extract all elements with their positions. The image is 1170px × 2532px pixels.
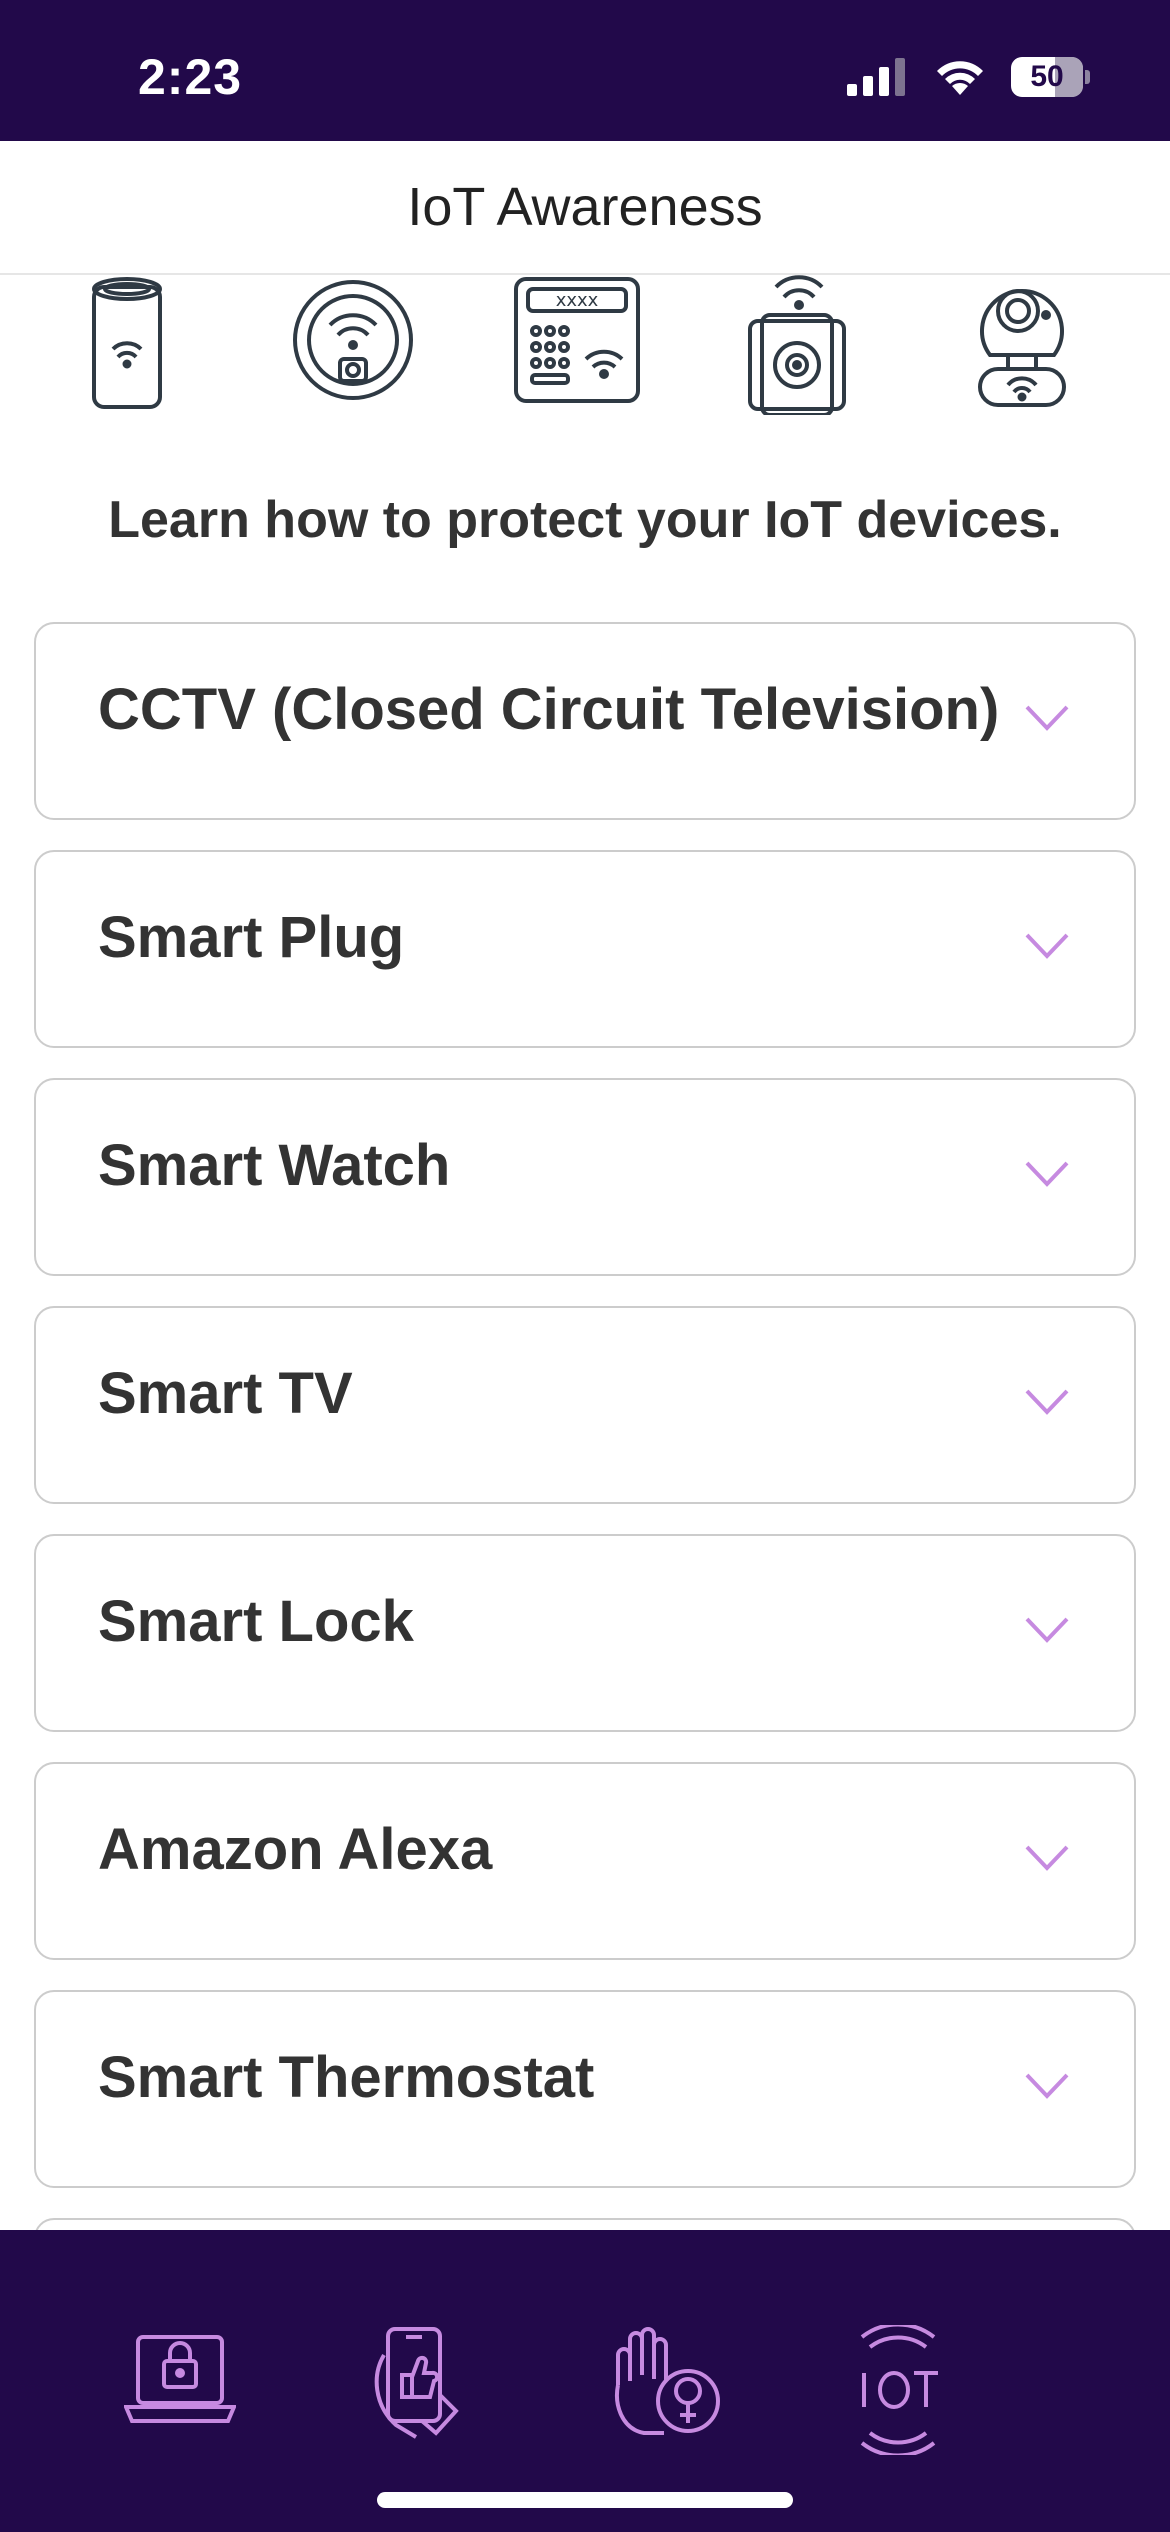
chevron-down-icon bbox=[1025, 1389, 1069, 1415]
accordion-item-label: Smart Plug bbox=[98, 905, 405, 970]
accordion-item-smart-thermostat[interactable]: Smart Thermostat bbox=[34, 1990, 1136, 2188]
accordion-item-amazon-alexa[interactable]: Amazon Alexa bbox=[34, 1762, 1136, 1960]
smart-speaker-icon bbox=[92, 277, 162, 409]
accordion-item-smart-lock[interactable]: Smart Lock bbox=[34, 1534, 1136, 1732]
alarm-keypad-icon: xxxx bbox=[514, 277, 640, 403]
accordion-item-label: Smart Watch bbox=[98, 1133, 451, 1198]
accordion-item-smart-tv[interactable]: Smart TV bbox=[34, 1306, 1136, 1504]
accordion-item-label: Amazon Alexa bbox=[98, 1817, 493, 1882]
page-title: IoT Awareness bbox=[407, 177, 763, 237]
app-header: IoT Awareness bbox=[0, 141, 1170, 275]
chevron-down-icon bbox=[1025, 1617, 1069, 1643]
chevron-down-icon bbox=[1025, 705, 1069, 731]
chevron-down-icon bbox=[1025, 933, 1069, 959]
battery-level: 50 bbox=[1030, 60, 1064, 93]
chevron-down-icon bbox=[1025, 1161, 1069, 1187]
status-icons: 50 bbox=[847, 54, 1090, 100]
status-bar: 2:23 50 bbox=[0, 0, 1170, 141]
battery-icon: 50 bbox=[1011, 57, 1083, 97]
phone-thumbs-up-icon[interactable] bbox=[366, 2325, 476, 2445]
home-indicator bbox=[377, 2492, 793, 2508]
wifi-icon bbox=[937, 61, 983, 95]
accordion-item-cctv[interactable]: CCTV (Closed Circuit Television) bbox=[34, 622, 1136, 820]
iot-icon[interactable] bbox=[846, 2325, 950, 2455]
security-camera-icon bbox=[978, 289, 1066, 407]
robot-vacuum-icon bbox=[293, 280, 413, 400]
laptop-lock-icon[interactable] bbox=[124, 2325, 236, 2435]
bottom-nav bbox=[0, 2230, 1170, 2532]
svg-text:xxxx: xxxx bbox=[556, 290, 599, 311]
intro-text: Learn how to protect your IoT devices. bbox=[108, 491, 1062, 549]
accordion-item-smart-plug[interactable]: Smart Plug bbox=[34, 850, 1136, 1048]
accordion-item-label: Smart Thermostat bbox=[98, 2045, 595, 2110]
chevron-down-icon bbox=[1025, 1845, 1069, 1871]
accordion-item-label: Smart Lock bbox=[98, 1589, 414, 1654]
cellular-signal-icon bbox=[847, 58, 905, 96]
accordion-item-smart-watch[interactable]: Smart Watch bbox=[34, 1078, 1136, 1276]
smart-plug-icon bbox=[748, 275, 846, 415]
accordion-item-label: CCTV (Closed Circuit Television) bbox=[98, 677, 1000, 742]
status-time: 2:23 bbox=[138, 49, 243, 105]
chevron-down-icon bbox=[1025, 2073, 1069, 2099]
device-illustrations: xxxx bbox=[0, 275, 1170, 425]
accordion-item-label: Smart TV bbox=[98, 1361, 353, 1426]
hand-female-icon[interactable] bbox=[604, 2325, 724, 2445]
